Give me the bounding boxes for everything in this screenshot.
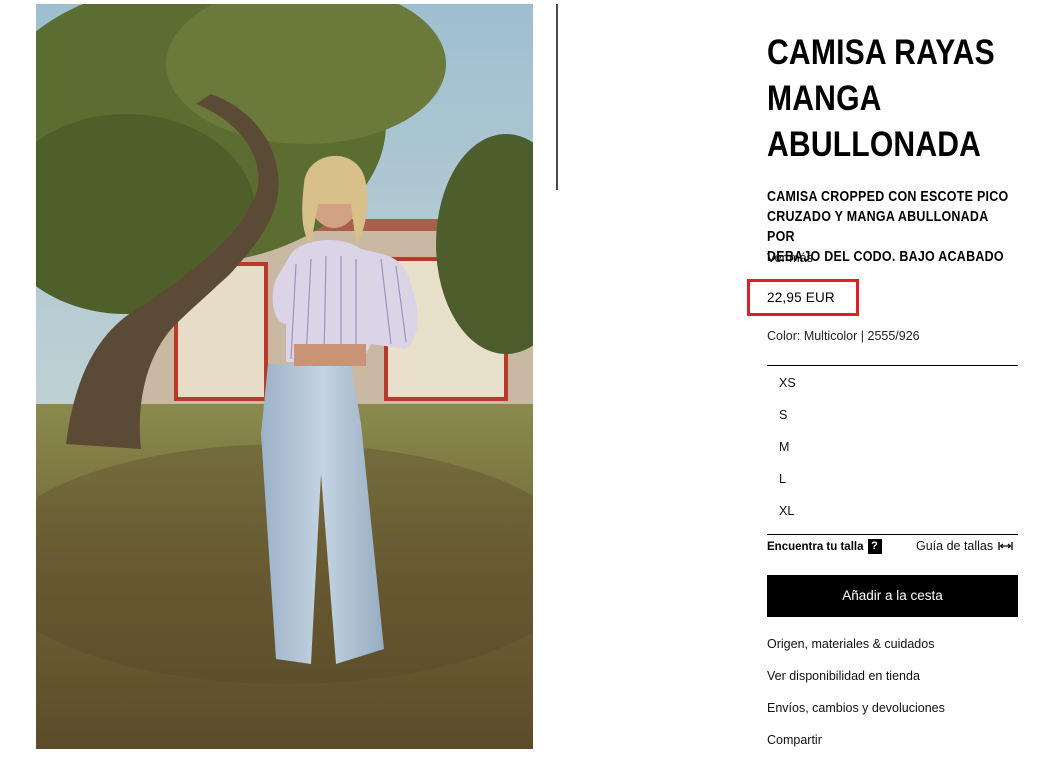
see-more-link[interactable]: Ver más [767, 251, 813, 265]
size-guide-label: Guía de tallas [916, 539, 994, 553]
size-option-xs[interactable]: XS [767, 368, 1018, 400]
help-icon: ? [867, 539, 882, 554]
find-your-size-link[interactable]: Encuentra tu talla ? [767, 539, 882, 554]
size-option-m[interactable]: M [767, 432, 1018, 464]
ruler-arrows-icon [998, 542, 1013, 550]
color-reference: Color: Multicolor | 2555/926 [767, 329, 920, 343]
size-option-l[interactable]: L [767, 464, 1018, 496]
size-guide-link[interactable]: Guía de tallas [916, 539, 1013, 553]
find-size-label: Encuentra tu talla [767, 540, 864, 553]
product-image[interactable] [36, 4, 533, 749]
share-link[interactable]: Compartir [767, 732, 945, 764]
product-title: CAMISA RAYAS MANGA ABULLONADA [767, 33, 995, 164]
store-availability-link[interactable]: Ver disponibilidad en tienda [767, 668, 945, 700]
product-info: CAMISA RAYAS MANGA ABULLONADA CAMISA CRO… [767, 30, 1019, 265]
size-option-s[interactable]: S [767, 400, 1018, 432]
scrollbar[interactable] [556, 4, 558, 190]
add-to-cart-button[interactable]: Añadir a la cesta [767, 575, 1018, 617]
product-photo-illustration [36, 4, 533, 749]
size-option-xl[interactable]: XL [767, 496, 1018, 528]
size-selector: XS S M L XL [767, 365, 1018, 535]
origin-materials-link[interactable]: Origen, materiales & cuidados [767, 636, 945, 668]
product-links: Origen, materiales & cuidados Ver dispon… [767, 636, 945, 764]
shipping-returns-link[interactable]: Envíos, cambios y devoluciones [767, 700, 945, 732]
product-price: 22,95 EUR [767, 290, 835, 305]
